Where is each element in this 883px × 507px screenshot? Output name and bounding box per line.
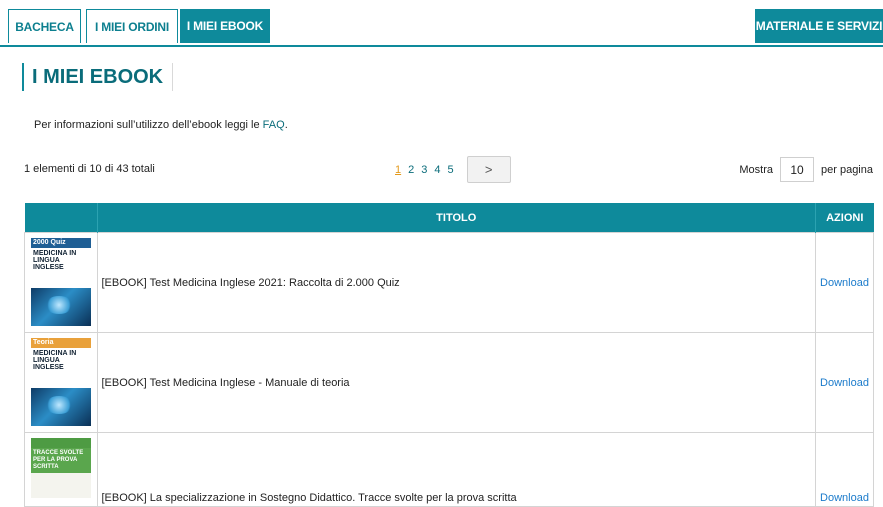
pagination: 1 2 3 4 5 > (395, 156, 511, 183)
book-cover-image[interactable]: 2000 Quiz MEDICINA IN LINGUA INGLESE (31, 238, 91, 326)
page-title: I MIEI EBOOK (22, 63, 174, 91)
cover-title: MEDICINA IN LINGUA INGLESE (33, 250, 77, 271)
info-suffix: . (284, 119, 288, 131)
chevron-right-icon: > (484, 162, 493, 177)
page-link-4[interactable]: 4 (434, 164, 440, 176)
header-azioni: AZIONI (815, 203, 874, 233)
page-link-3[interactable]: 3 (421, 164, 427, 176)
ebook-table: TITOLO AZIONI 2000 Quiz MEDICINA IN LING… (24, 203, 874, 507)
next-page-button[interactable]: > (466, 156, 511, 183)
ebook-title: [EBOOK] Test Medicina Inglese 2021: Racc… (96, 232, 816, 333)
ebook-title: [EBOOK] Test Medicina Inglese - Manuale … (96, 332, 816, 433)
page-link-1[interactable]: 1 (395, 164, 401, 176)
per-page-control: Mostra 10 per pagina (739, 156, 873, 183)
cover-band: Teoria (31, 338, 91, 348)
per-page-suffix: per pagina (821, 163, 873, 176)
cover-picture (31, 288, 91, 326)
cover-title: TRACCE SVOLTE PER LA PROVA SCRITTA (31, 448, 91, 473)
table-row: TRACCE SVOLTE PER LA PROVA SCRITTA [EBOO… (24, 432, 874, 507)
info-text: Per informazioni sull’utilizzo dell’eboo… (34, 119, 288, 131)
action-cell: Download (815, 432, 874, 507)
info-text-prefix: Per informazioni sull’utilizzo dell’eboo… (34, 119, 263, 131)
per-page-label: Mostra (739, 163, 773, 176)
cover-title: MEDICINA IN LINGUA INGLESE (33, 350, 77, 371)
cover-cell: TRACCE SVOLTE PER LA PROVA SCRITTA (24, 432, 98, 507)
action-cell: Download (815, 232, 874, 333)
download-link[interactable]: Download (820, 277, 869, 289)
cover-cell: Teoria MEDICINA IN LINGUA INGLESE (24, 332, 98, 433)
tab-bacheca[interactable]: BACHECA (8, 9, 81, 43)
tab-materiale-e-servizi[interactable]: MATERIALE E SERVIZI (755, 9, 883, 43)
account-tabs: BACHECA I MIEI ORDINI I MIEI EBOOK MATER… (0, 9, 883, 47)
action-cell: Download (815, 332, 874, 433)
per-page-input[interactable]: 10 (780, 157, 814, 182)
page-link-2[interactable]: 2 (408, 164, 414, 176)
cover-band (31, 438, 91, 448)
header-titolo: TITOLO (97, 203, 816, 233)
download-link[interactable]: Download (820, 492, 869, 504)
ebook-title: [EBOOK] La specializzazione in Sostegno … (96, 432, 816, 507)
page-link-5[interactable]: 5 (448, 164, 454, 176)
book-cover-image[interactable]: TRACCE SVOLTE PER LA PROVA SCRITTA (31, 438, 91, 498)
table-row: 2000 Quiz MEDICINA IN LINGUA INGLESE [EB… (24, 232, 874, 333)
tab-i-miei-ordini[interactable]: I MIEI ORDINI (86, 9, 178, 43)
table-row: Teoria MEDICINA IN LINGUA INGLESE [EBOOK… (24, 332, 874, 433)
results-summary: 1 elementi di 10 di 43 totali (24, 163, 155, 175)
download-link[interactable]: Download (820, 377, 869, 389)
header-image (24, 203, 98, 233)
cover-cell: 2000 Quiz MEDICINA IN LINGUA INGLESE (24, 232, 98, 333)
book-cover-image[interactable]: Teoria MEDICINA IN LINGUA INGLESE (31, 338, 91, 426)
cover-band: 2000 Quiz (31, 238, 91, 248)
cover-picture (31, 388, 91, 426)
faq-link[interactable]: FAQ (263, 119, 285, 131)
tab-i-miei-ebook[interactable]: I MIEI EBOOK (180, 9, 270, 43)
